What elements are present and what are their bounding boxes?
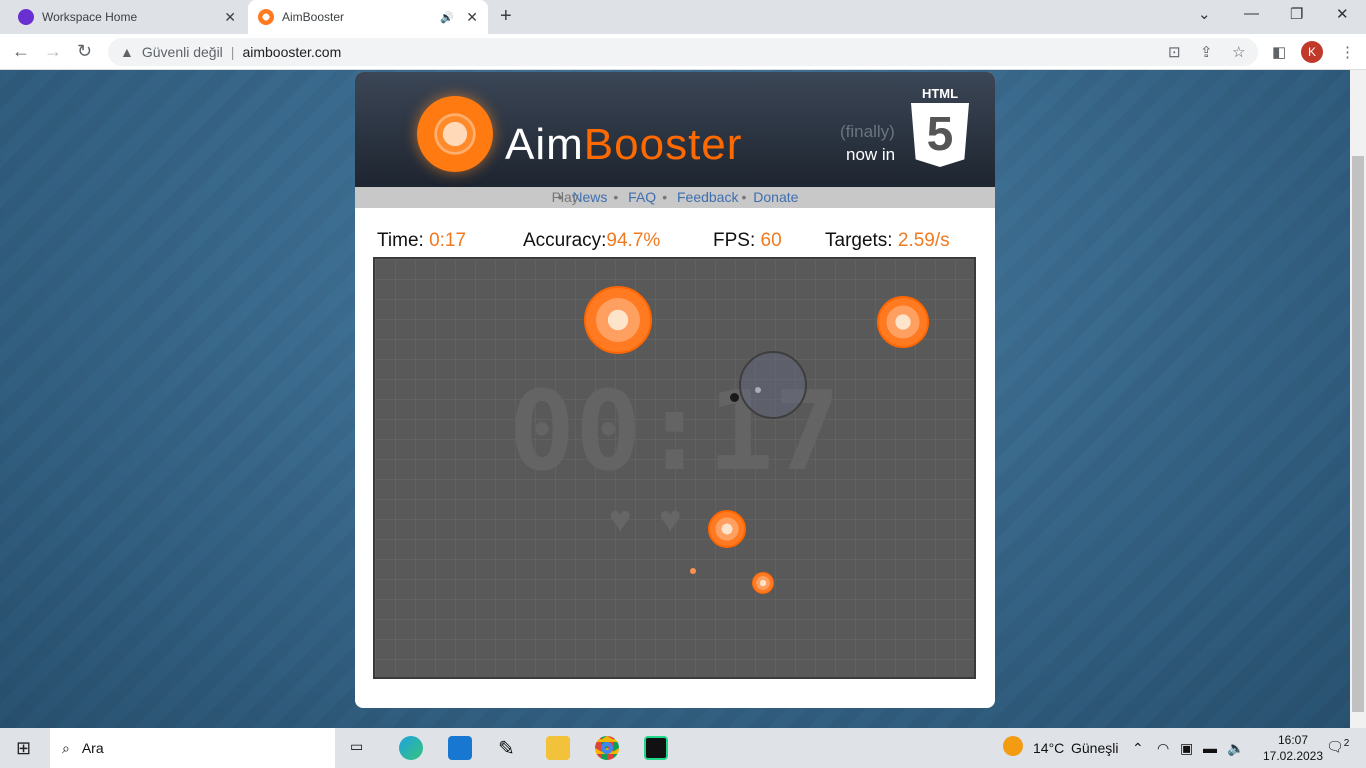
search-icon: ⌕ <box>62 739 70 756</box>
workspace-icon <box>18 9 34 25</box>
weather-desc[interactable]: Güneşli <box>1071 740 1118 756</box>
aimbooster-icon <box>258 9 274 25</box>
edge-icon[interactable] <box>399 736 423 760</box>
stat-targets: Targets: 2.59/s <box>825 230 950 251</box>
aimbooster-card: AimBooster (finally) now in HTML 5 Play •… <box>355 72 995 708</box>
search-placeholder: Ara <box>81 740 104 756</box>
menu-faq[interactable]: FAQ <box>628 189 656 205</box>
back-button[interactable]: ← <box>12 41 30 62</box>
share-icon[interactable]: ⇪ <box>1200 43 1213 61</box>
close-icon[interactable]: ✕ <box>224 9 236 26</box>
target[interactable] <box>877 296 929 348</box>
pycharm-icon[interactable] <box>644 736 668 760</box>
menu-donate[interactable]: Donate <box>753 189 798 205</box>
browser-toolbar: ← → ↻ ▲ Güvenli değil | aimbooster.com ⊡… <box>0 34 1366 70</box>
battery-icon[interactable]: ▬ <box>1203 740 1217 756</box>
scrollbar-thumb[interactable] <box>1352 156 1364 712</box>
security-label[interactable]: Güvenli değil <box>142 44 223 60</box>
bookmark-star-icon[interactable]: ☆ <box>1232 43 1245 61</box>
url-text[interactable]: aimbooster.com <box>242 44 341 60</box>
html5-logo: HTML 5 <box>911 86 969 167</box>
chrome-icon[interactable] <box>595 736 619 760</box>
pen-app-icon[interactable]: ✎ <box>498 736 515 761</box>
tab-title: AimBooster <box>282 10 345 24</box>
crosshair-center <box>755 387 761 393</box>
file-explorer-icon[interactable] <box>546 736 570 760</box>
close-icon[interactable]: ✕ <box>466 9 478 26</box>
target[interactable] <box>708 510 746 548</box>
tab-search-icon[interactable]: ⌄ <box>1198 5 1211 23</box>
restore-button[interactable]: ❐ <box>1290 5 1303 23</box>
game-timer: 00:17 <box>508 367 841 495</box>
translate-icon[interactable]: ⊡ <box>1168 43 1181 61</box>
stat-fps: FPS: 60 <box>713 230 782 251</box>
warning-icon: ▲ <box>120 44 134 60</box>
stat-accuracy: Accuracy:94.7% <box>523 230 661 251</box>
target-logo-icon <box>417 96 493 172</box>
clock[interactable]: 16:07 17.02.2023 <box>1262 732 1324 764</box>
close-window-button[interactable]: ✕ <box>1336 5 1349 23</box>
target[interactable] <box>584 286 652 354</box>
life-heart-icon: ♥ <box>659 499 682 541</box>
stats-bar: Time: 0:17 Accuracy:94.7% FPS: 60 Target… <box>377 230 977 254</box>
stat-time: Time: 0:17 <box>377 230 467 251</box>
menu-icon[interactable]: ⋮ <box>1340 43 1355 61</box>
mouse-cursor <box>730 393 739 402</box>
new-tab-button[interactable]: + <box>500 5 512 28</box>
game-canvas[interactable]: 00:17 ♥ ♥ <box>373 257 976 679</box>
forward-button[interactable]: → <box>44 41 62 62</box>
notifications-icon[interactable]: 🗨2 <box>1326 738 1349 756</box>
wifi-icon[interactable]: ◠ <box>1157 740 1169 757</box>
scrollbar[interactable] <box>1350 70 1366 728</box>
finally-text: (finally) <box>840 122 895 141</box>
site-logo[interactable]: AimBooster <box>505 120 742 170</box>
weather-icon[interactable] <box>1003 736 1023 756</box>
tab-title: Workspace Home <box>42 10 138 24</box>
minimize-button[interactable]: — <box>1244 5 1259 22</box>
site-header: AimBooster (finally) now in HTML 5 <box>355 72 995 187</box>
windows-start-icon[interactable]: ⊞ <box>16 738 31 759</box>
taskbar: ⊞ ⌕ Ara ▭ ✎ 14°C Güneşli ⌃ ◠ ▣ ▬ 🔈 16:07… <box>0 728 1366 768</box>
mail-icon[interactable] <box>448 736 472 760</box>
address-bar[interactable]: ▲ Güvenli değil | aimbooster.com <box>108 38 1258 66</box>
show-hidden-icons[interactable]: ⌃ <box>1132 740 1144 757</box>
taskbar-search[interactable]: ⌕ Ara <box>50 728 335 768</box>
tab-aimbooster[interactable]: AimBooster 🔊 ✕ <box>248 0 488 34</box>
site-menu: Play • News • FAQ • Feedback • Donate <box>355 187 995 208</box>
tab-workspace-home[interactable]: Workspace Home ✕ <box>8 0 246 34</box>
volume-icon[interactable]: 🔈 <box>1227 740 1244 757</box>
camera-icon[interactable]: ▣ <box>1180 740 1193 757</box>
menu-play[interactable]: Play <box>552 187 579 208</box>
reload-button[interactable]: ↻ <box>77 41 92 62</box>
audio-icon[interactable]: 🔊 <box>440 11 454 24</box>
now-in-text: now in <box>846 145 896 164</box>
tab-bar: Workspace Home ✕ AimBooster 🔊 ✕ + ⌄ — ❐ … <box>0 0 1366 34</box>
menu-feedback[interactable]: Feedback <box>677 189 738 205</box>
target[interactable] <box>690 568 696 574</box>
side-panel-icon[interactable]: ◧ <box>1272 43 1286 61</box>
profile-avatar[interactable]: K <box>1301 41 1323 63</box>
target[interactable] <box>752 572 774 594</box>
weather-temp[interactable]: 14°C <box>1033 740 1064 756</box>
life-heart-icon: ♥ <box>609 499 632 541</box>
task-view-icon[interactable]: ▭ <box>350 738 363 755</box>
crosshair <box>739 351 807 419</box>
